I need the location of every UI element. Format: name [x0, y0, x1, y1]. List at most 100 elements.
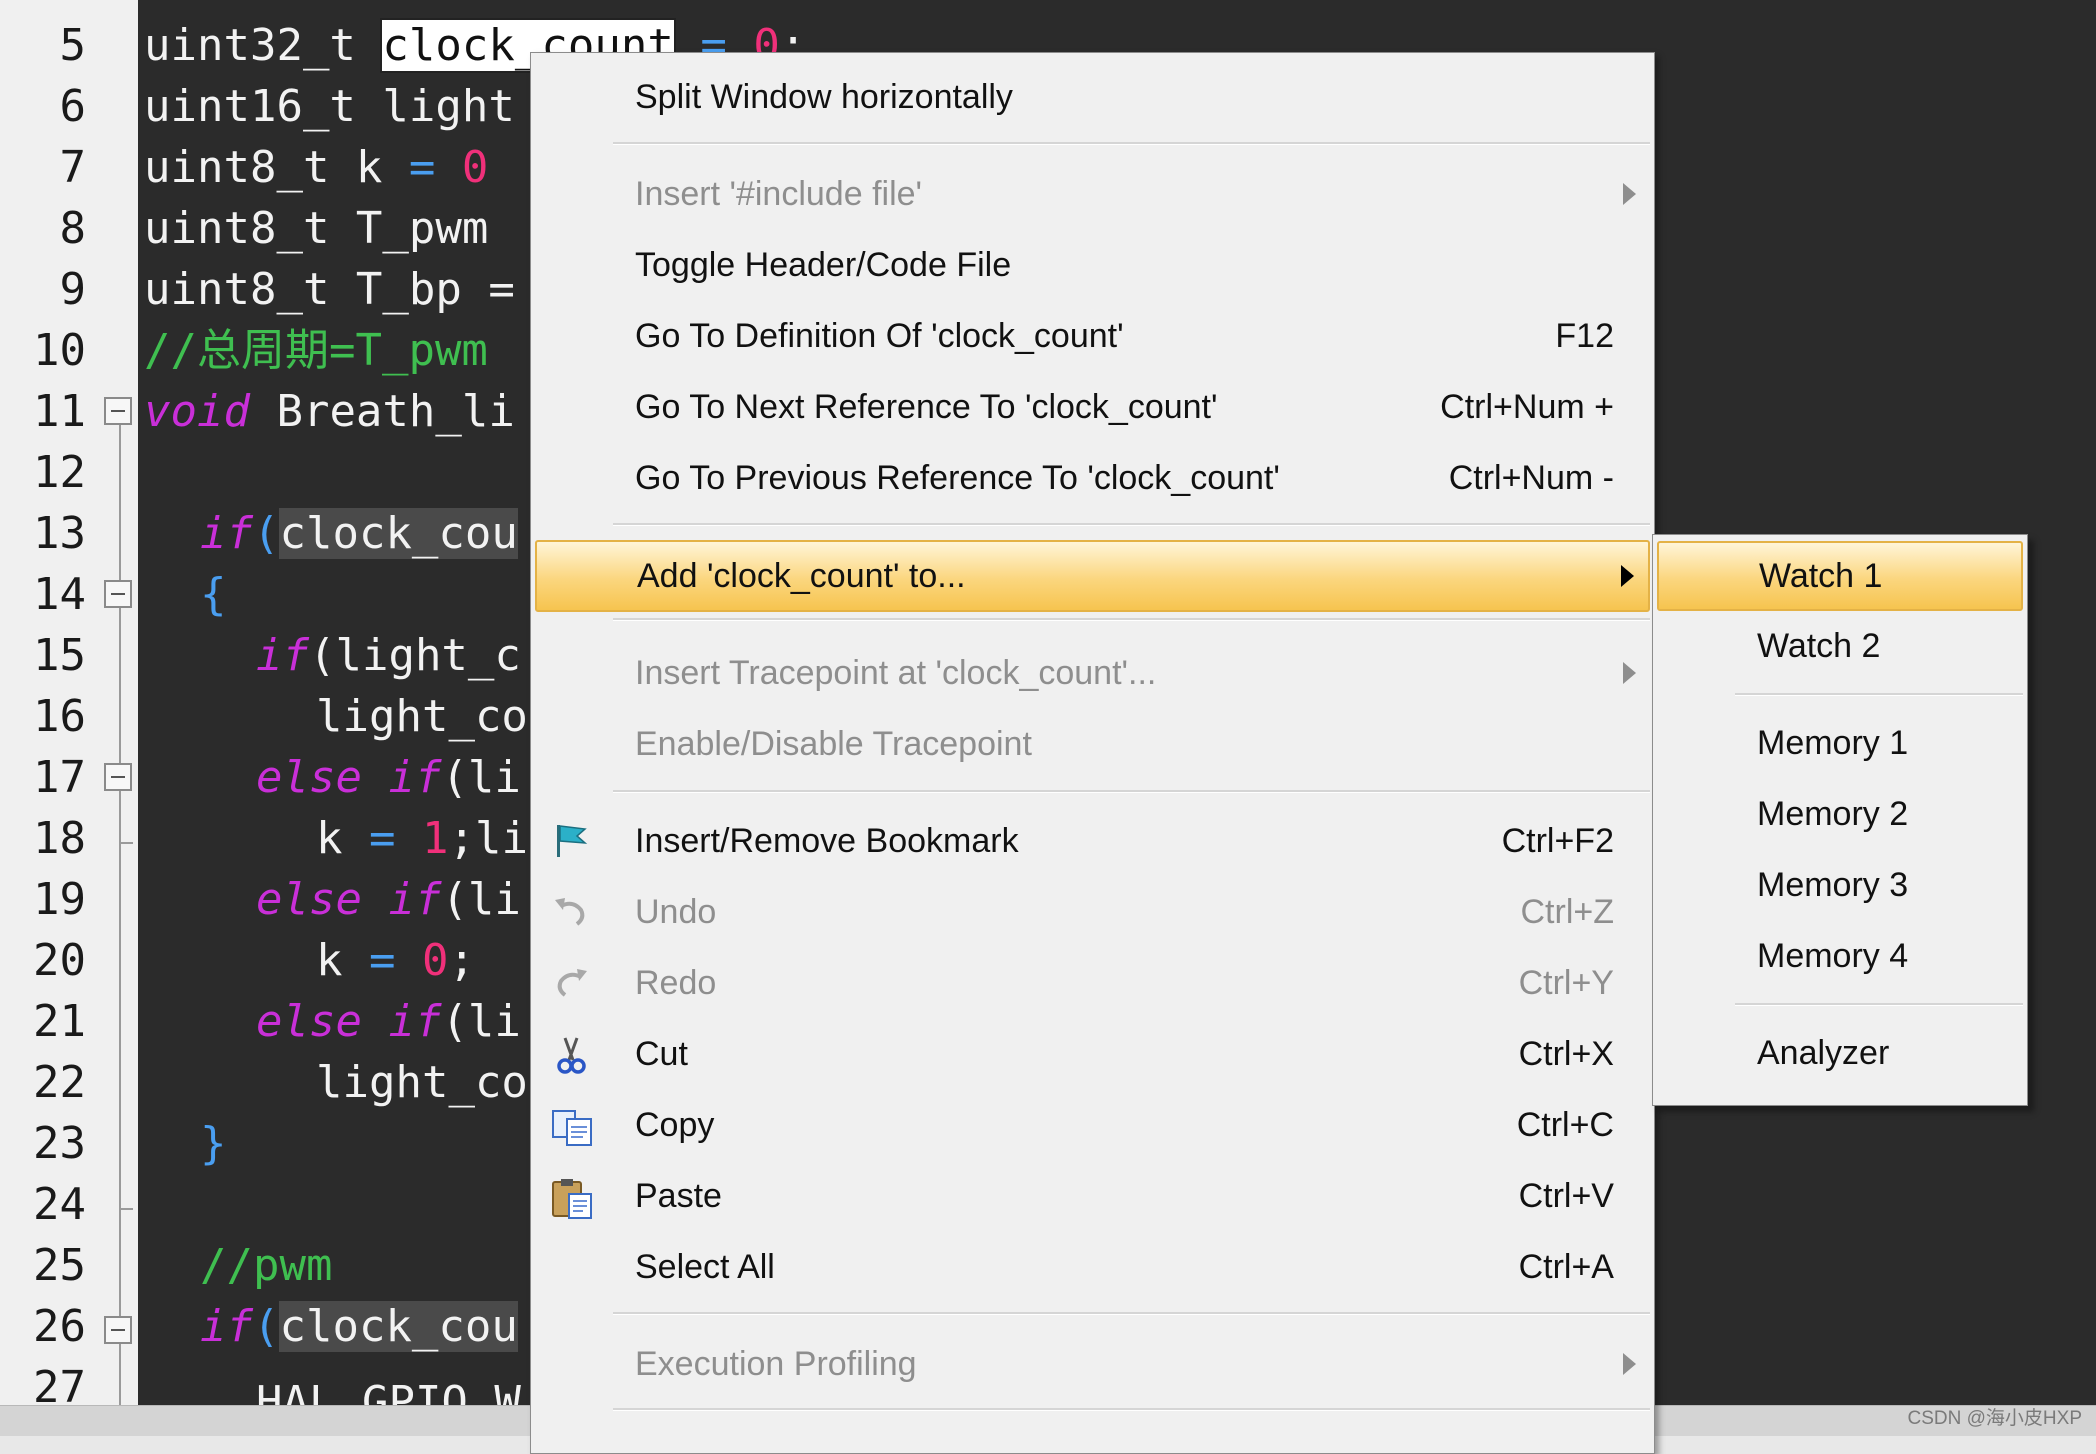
- menu-separator: [613, 618, 1650, 621]
- menu-separator: [613, 1408, 1650, 1411]
- menu-item-bookmark[interactable]: Insert/Remove Bookmark Ctrl+F2: [535, 811, 1650, 871]
- line-number: 10: [33, 325, 86, 376]
- line-number: 24: [33, 1179, 86, 1230]
- menu-item-shortcut: Ctrl+X: [1518, 1035, 1614, 1073]
- line-number: 5: [59, 20, 87, 71]
- line-number: 17: [33, 752, 86, 803]
- menu-item-label: Split Window horizontally: [635, 78, 1013, 116]
- menu-item-next-reference[interactable]: Go To Next Reference To 'clock_count' Ctr…: [535, 377, 1650, 437]
- line-number: 18: [33, 813, 86, 864]
- menu-item-label: Enable/Disable Tracepoint: [635, 725, 1032, 763]
- submenu-item-analyzer[interactable]: Analyzer: [1657, 1022, 2023, 1084]
- code-token: uint32_t: [144, 20, 383, 71]
- line-number: 21: [33, 996, 86, 1047]
- menu-item-label: Insert Tracepoint at 'clock_count'...: [635, 654, 1157, 692]
- submenu-item-label: Memory 3: [1757, 866, 1909, 904]
- fold-toggle-icon[interactable]: [104, 580, 132, 608]
- menu-separator: [1735, 1003, 2023, 1006]
- menu-item-shortcut: Ctrl+C: [1516, 1106, 1614, 1144]
- menu-item-shortcut: F12: [1555, 317, 1614, 355]
- code-comment: //总周期=T_pwm: [144, 325, 488, 376]
- menu-separator: [613, 523, 1650, 526]
- code-keyword: if: [200, 508, 253, 559]
- submenu-item-label: Memory 1: [1757, 724, 1909, 762]
- watermark: CSDN @海小皮HXP: [1907, 1408, 2082, 1429]
- code-token: (: [252, 1301, 280, 1352]
- submenu-arrow-icon: [1623, 183, 1636, 205]
- submenu-item-label: Analyzer: [1757, 1034, 1890, 1072]
- menu-item-insert-tracepoint[interactable]: Insert Tracepoint at 'clock_count'...: [535, 643, 1650, 703]
- menu-item-label: Go To Previous Reference To 'clock_count…: [635, 459, 1280, 497]
- code-token: 0: [395, 935, 449, 986]
- bookmark-flag-icon: [551, 823, 591, 859]
- menu-item-shortcut: Ctrl+Y: [1518, 964, 1614, 1002]
- code-line: }: [200, 1118, 227, 1169]
- code-token: k: [316, 813, 369, 864]
- code-line: k = 0;: [316, 930, 475, 991]
- menu-item-shortcut: Ctrl+F2: [1501, 822, 1614, 860]
- menu-item-label: Add 'clock_count' to...: [637, 557, 966, 595]
- code-keyword: void: [144, 386, 250, 437]
- menu-item-label: Undo: [635, 893, 717, 931]
- line-number: 23: [33, 1118, 86, 1169]
- menu-item-label: Insert '#include file': [635, 175, 923, 213]
- code-line: else if(li: [256, 747, 521, 808]
- line-number: 11: [33, 386, 86, 437]
- copy-icon: [551, 1107, 592, 1146]
- fold-toggle-icon[interactable]: [104, 397, 132, 425]
- code-line: HAL_GPIO_W: [256, 1377, 521, 1405]
- submenu-item-label: Memory 2: [1757, 795, 1909, 833]
- submenu-item-watch-2[interactable]: Watch 2: [1657, 615, 2023, 677]
- menu-item-paste[interactable]: Paste Ctrl+V: [535, 1166, 1650, 1226]
- code-keyword: else if: [256, 996, 442, 1047]
- highlighted-reference: clock_cou: [279, 1301, 518, 1352]
- submenu-item-memory-2[interactable]: Memory 2: [1657, 783, 2023, 845]
- submenu-item-memory-3[interactable]: Memory 3: [1657, 854, 2023, 916]
- line-number: 20: [33, 935, 86, 986]
- menu-item-shortcut: Ctrl+Num +: [1440, 388, 1614, 426]
- paste-clipboard-icon: [551, 1178, 592, 1219]
- menu-item-label: Execution Profiling: [635, 1345, 917, 1383]
- menu-item-shortcut: Ctrl+V: [1518, 1177, 1614, 1215]
- submenu-item-memory-1[interactable]: Memory 1: [1657, 712, 2023, 774]
- code-token: Breath_li: [249, 386, 515, 437]
- code-line: if(clock_cou: [200, 1296, 518, 1357]
- highlighted-reference: clock_cou: [279, 508, 518, 559]
- submenu-arrow-icon: [1623, 662, 1636, 684]
- line-number: 26: [33, 1301, 86, 1352]
- line-number: 19: [33, 874, 86, 925]
- menu-item-add-to[interactable]: Add 'clock_count' to...: [535, 540, 1650, 612]
- menu-item-undo[interactable]: Undo Ctrl+Z: [535, 882, 1650, 942]
- menu-item-previous-reference[interactable]: Go To Previous Reference To 'clock_count…: [535, 448, 1650, 508]
- line-number: 14: [33, 569, 86, 620]
- submenu-arrow-icon: [1623, 1353, 1636, 1375]
- menu-item-execution-profiling[interactable]: Execution Profiling: [535, 1334, 1650, 1394]
- menu-item-split-window[interactable]: Split Window horizontally: [535, 67, 1650, 127]
- code-token: 0: [435, 142, 489, 193]
- menu-item-redo[interactable]: Redo Ctrl+Y: [535, 953, 1650, 1013]
- line-number: 13: [33, 508, 86, 559]
- submenu-item-label: Watch 1: [1759, 557, 1883, 595]
- menu-item-go-to-definition[interactable]: Go To Definition Of 'clock_count' F12: [535, 306, 1650, 366]
- menu-item-toggle-header[interactable]: Toggle Header/Code File: [535, 235, 1650, 295]
- menu-item-select-all[interactable]: Select All Ctrl+A: [535, 1237, 1650, 1297]
- menu-item-insert-include[interactable]: Insert '#include file': [535, 164, 1650, 224]
- menu-item-label: Go To Definition Of 'clock_count': [635, 317, 1124, 355]
- menu-item-copy[interactable]: Copy Ctrl+C: [535, 1095, 1650, 1155]
- fold-toggle-icon[interactable]: [104, 763, 132, 791]
- code-line: uint8_t T_bp =: [144, 264, 515, 315]
- code-token: (light_c: [308, 630, 521, 681]
- code-line: else if(li: [256, 991, 521, 1052]
- code-line: {: [200, 569, 227, 620]
- line-number: 12: [33, 447, 86, 498]
- menu-item-label: Insert/Remove Bookmark: [635, 822, 1019, 860]
- context-menu: Split Window horizontally Insert '#inclu…: [530, 52, 1655, 1454]
- line-number-gutter: 5 6 7 8 9 10 11 12 13 14 15 16 17 18 19 …: [0, 0, 138, 1413]
- submenu-item-memory-4[interactable]: Memory 4: [1657, 925, 2023, 987]
- submenu-item-watch-1[interactable]: Watch 1: [1657, 541, 2023, 611]
- menu-item-label: Copy: [635, 1106, 715, 1144]
- fold-toggle-icon[interactable]: [104, 1316, 132, 1344]
- code-line: light_co: [316, 691, 528, 742]
- menu-item-toggle-tracepoint[interactable]: Enable/Disable Tracepoint: [535, 714, 1650, 774]
- menu-item-cut[interactable]: Cut Ctrl+X: [535, 1024, 1650, 1084]
